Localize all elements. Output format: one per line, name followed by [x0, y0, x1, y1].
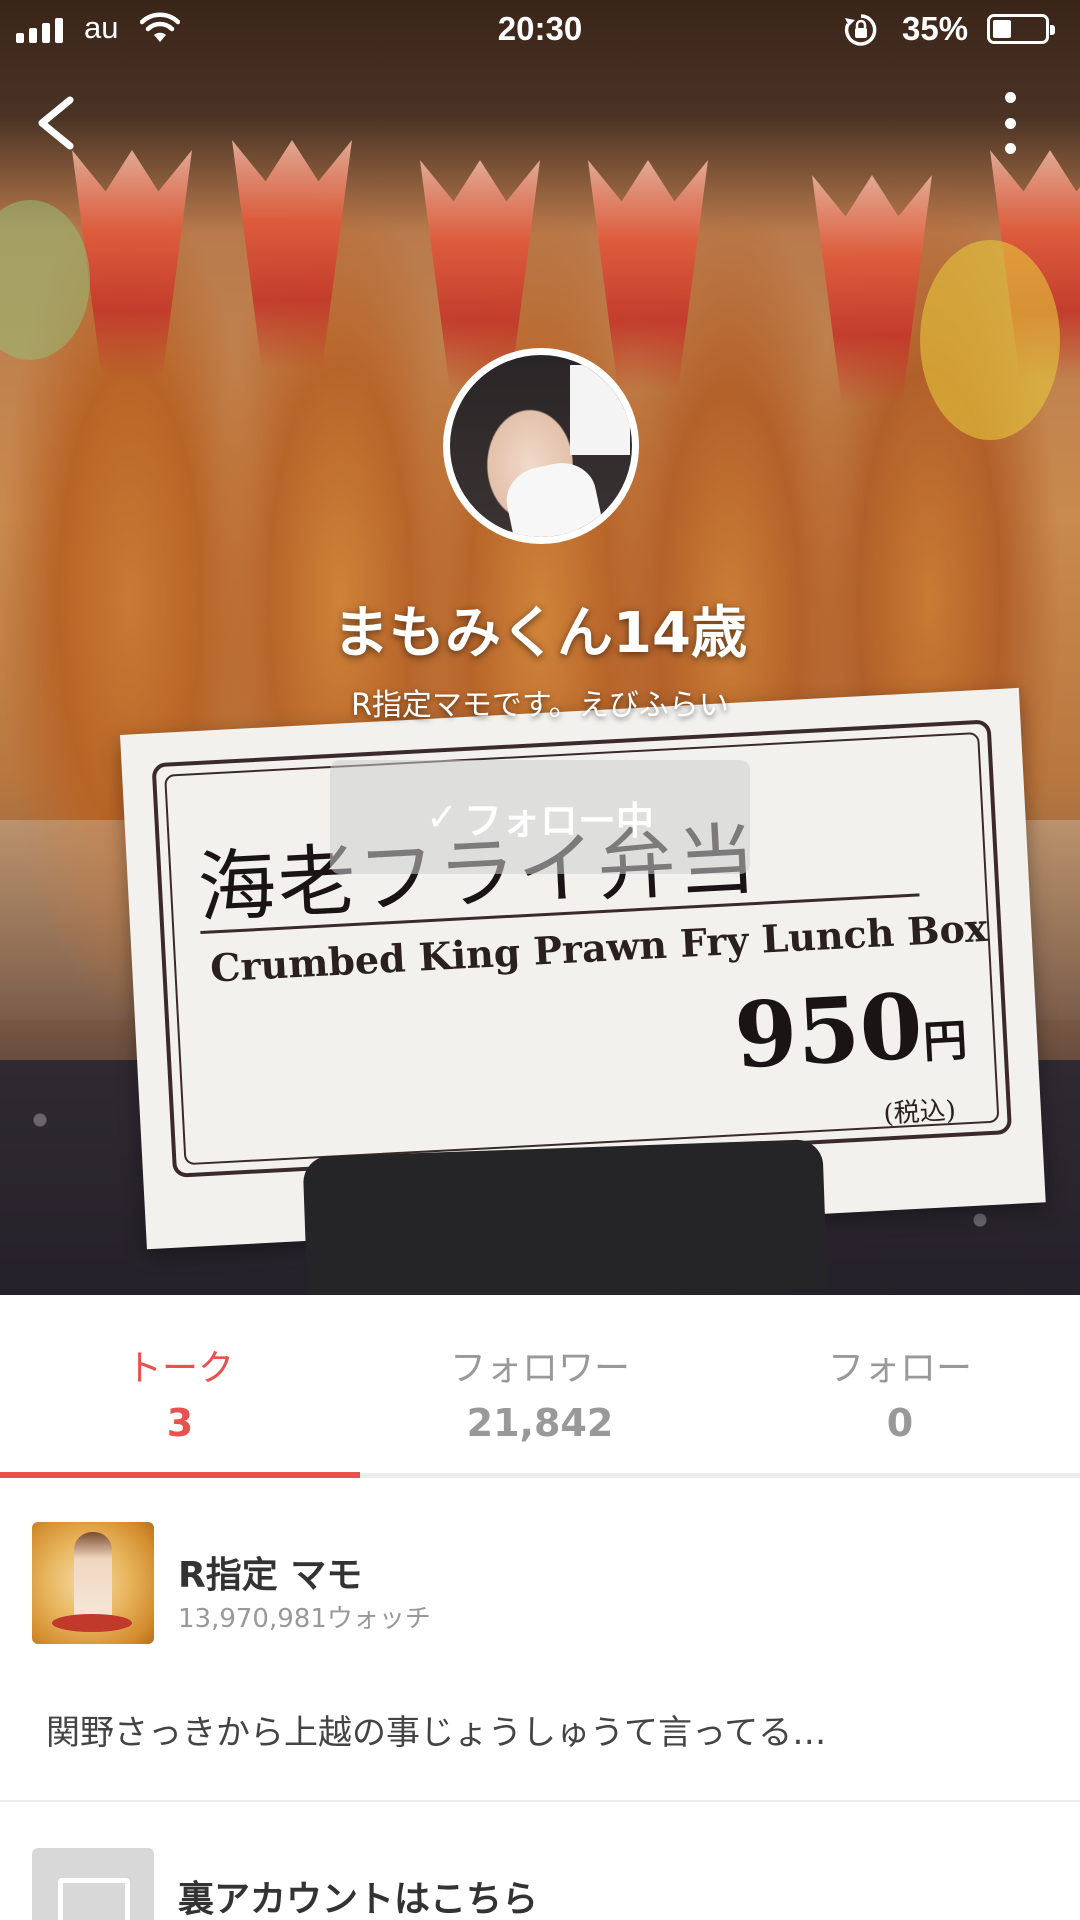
profile-name: まもみくん14歳 — [333, 601, 747, 666]
talk-title: R指定 マモ — [178, 1555, 363, 1596]
shrimp-tail — [588, 160, 708, 390]
shrimp-tail — [72, 150, 192, 380]
active-tab-indicator — [0, 1472, 360, 1478]
sign-price-currency: 円 — [921, 1015, 969, 1069]
battery-fill — [993, 20, 1011, 38]
tab-label: トーク — [125, 1348, 234, 1389]
following-button[interactable]: ✓ フォロー中 — [330, 760, 750, 874]
tab-label: フォロワー — [449, 1348, 630, 1389]
talk-message-preview[interactable]: 関野さっきから上越の事じょうしゅうて言ってる… — [46, 1705, 826, 1754]
talk-title: 裏アカウントはこちら — [178, 1879, 539, 1920]
sign-price-number: 950 — [731, 973, 926, 1090]
check-icon: ✓ — [426, 795, 458, 839]
tab-count: 0 — [886, 1401, 914, 1445]
sign-tax-note: (税込) — [882, 1095, 957, 1130]
tab-talk[interactable]: トーク 3 — [0, 1295, 360, 1480]
avatar-paper — [570, 365, 630, 455]
avatar-mask — [500, 456, 606, 537]
chevron-left-icon[interactable] — [28, 88, 88, 158]
thumbnail-plate — [52, 1614, 132, 1632]
battery-nub — [1050, 25, 1055, 35]
sign-price: 950円 — [732, 971, 969, 1089]
shrimp-tail — [232, 140, 352, 370]
avatar[interactable] — [443, 348, 639, 544]
thumbnail-figure — [74, 1532, 112, 1622]
battery-percent: 35% — [902, 10, 969, 47]
tab-count: 3 — [166, 1401, 194, 1445]
talk-thumbnail-placeholder — [32, 1848, 154, 1920]
status-bar: au 20:30 35% — [0, 0, 1080, 60]
tab-label: フォロー — [827, 1348, 972, 1389]
talk-thumbnail — [32, 1522, 154, 1644]
document-icon — [58, 1878, 130, 1920]
lemon-garnish — [920, 240, 1060, 440]
talk-item-header[interactable]: R指定 マモ 13,970,981ウォッチ — [32, 1522, 1048, 1647]
talk-watch-count: 13,970,981ウォッチ — [178, 1604, 431, 1634]
following-label: フォロー中 — [463, 798, 654, 843]
list-divider — [0, 1800, 1080, 1802]
profile-bio: R指定マモです。えびふらい — [351, 688, 729, 723]
battery-icon — [987, 14, 1055, 44]
vertical-ellipsis-icon[interactable] — [990, 88, 1030, 158]
talk-item-header[interactable]: 裏アカウントはこちら — [32, 1848, 1048, 1920]
shrimp-tail — [812, 175, 932, 405]
tab-count: 21,842 — [466, 1401, 614, 1445]
rotation-lock-icon — [844, 14, 877, 46]
tab-followers[interactable]: フォロワー 21,842 — [360, 1295, 720, 1480]
profile-tabs: トーク 3 フォロワー 21,842 フォロー 0 — [0, 1295, 1080, 1480]
sign-stand — [302, 1138, 828, 1295]
lettuce-garnish — [0, 200, 90, 360]
tab-following[interactable]: フォロー 0 — [720, 1295, 1080, 1480]
